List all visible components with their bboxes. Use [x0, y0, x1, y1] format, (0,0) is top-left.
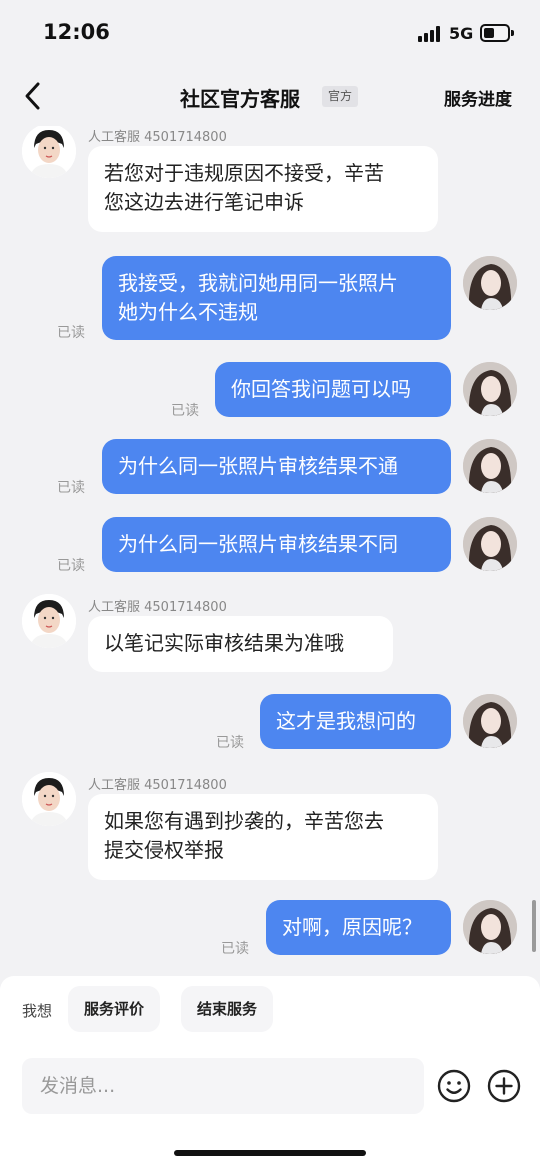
- message-text: 你回答我问题可以吗: [231, 377, 411, 401]
- message-text: 为什么同一张照片审核结果不同: [118, 532, 398, 556]
- message-bubble[interactable]: 以笔记实际审核结果为准哦: [88, 616, 393, 672]
- quick-reply-label: 我想: [22, 1002, 53, 1020]
- read-status: 已读: [221, 941, 249, 957]
- message-user: 已读 为什么同一张照片审核结果不通: [0, 439, 540, 496]
- agent-avatar[interactable]: [22, 594, 76, 648]
- status-time: 12:06: [43, 20, 110, 44]
- message-text: 若您对于违规原因不接受，辛苦: [104, 161, 384, 185]
- emoji-button[interactable]: [437, 1069, 471, 1103]
- message-text: 这才是我想问的: [276, 709, 416, 733]
- message-agent: 人工客服 4501714800 若您对于违规原因不接受，辛苦 您这边去进行笔记申…: [0, 126, 540, 234]
- message-text: 为什么同一张照片审核结果不通: [118, 454, 398, 478]
- read-status: 已读: [57, 558, 85, 574]
- message-text: 如果您有遇到抄袭的，辛苦您去: [104, 809, 384, 833]
- smiley-icon: [437, 1069, 471, 1103]
- chat-list[interactable]: 人工客服 4501714800 若您对于违规原因不接受，辛苦 您这边去进行笔记申…: [0, 126, 540, 976]
- official-badge: 官方: [322, 86, 359, 107]
- user-avatar[interactable]: [463, 900, 517, 954]
- service-progress-link[interactable]: 服务进度: [444, 85, 512, 110]
- chevron-left-icon: [25, 82, 40, 110]
- agent-name-label: 人工客服 4501714800: [88, 130, 227, 145]
- network-label: 5G: [449, 24, 474, 43]
- message-text: 她为什么不违规: [118, 300, 258, 324]
- agent-avatar-image: [22, 594, 76, 648]
- back-button[interactable]: [16, 78, 52, 114]
- message-text: 对啊，原因呢？: [282, 915, 422, 939]
- user-avatar[interactable]: [463, 439, 517, 493]
- message-text: 以笔记实际审核结果为准哦: [104, 631, 344, 655]
- plus-circle-icon: [487, 1069, 521, 1103]
- bottom-panel: 我想 服务评价 结束服务 发消息...: [0, 976, 540, 1169]
- message-bubble[interactable]: 这才是我想问的: [260, 694, 451, 749]
- message-text: 我接受，我就问她用同一张照片: [118, 271, 398, 295]
- user-avatar-image: [463, 362, 517, 416]
- message-text: 您这边去进行笔记申诉: [104, 190, 304, 214]
- message-agent: 人工客服 4501714800 以笔记实际审核结果为准哦: [0, 594, 540, 674]
- message-bubble[interactable]: 为什么同一张照片审核结果不通: [102, 439, 451, 494]
- read-status: 已读: [57, 480, 85, 496]
- status-bar: 12:06 5G: [0, 0, 540, 66]
- message-user: 已读 这才是我想问的: [0, 694, 540, 751]
- message-bubble[interactable]: 为什么同一张照片审核结果不同: [102, 517, 451, 572]
- user-avatar[interactable]: [463, 517, 517, 571]
- signal-icon: [418, 26, 442, 42]
- nav-bar: 社区官方客服 官方 服务进度: [0, 66, 540, 126]
- user-avatar-image: [463, 439, 517, 493]
- scrollbar[interactable]: [532, 900, 536, 952]
- agent-name-label: 人工客服 4501714800: [88, 778, 227, 793]
- agent-avatar[interactable]: [22, 126, 76, 178]
- user-avatar[interactable]: [463, 362, 517, 416]
- message-bubble[interactable]: 如果您有遇到抄袭的，辛苦您去 提交侵权举报: [88, 794, 438, 880]
- read-status: 已读: [216, 735, 244, 751]
- page-title: 社区官方客服: [180, 87, 300, 111]
- user-avatar[interactable]: [463, 694, 517, 748]
- service-rating-button[interactable]: 服务评价: [68, 986, 161, 1032]
- plus-button[interactable]: [487, 1069, 521, 1103]
- message-user: 已读 为什么同一张照片审核结果不同: [0, 517, 540, 574]
- agent-name-label: 人工客服 4501714800: [88, 600, 227, 615]
- message-bubble[interactable]: 对啊，原因呢？: [266, 900, 451, 955]
- message-bubble[interactable]: 你回答我问题可以吗: [215, 362, 451, 417]
- message-user: 已读 你回答我问题可以吗: [0, 362, 540, 419]
- user-avatar-image: [463, 900, 517, 954]
- agent-avatar[interactable]: [22, 772, 76, 826]
- message-agent: 人工客服 4501714800 如果您有遇到抄袭的，辛苦您去 提交侵权举报: [0, 772, 540, 882]
- message-text: 提交侵权举报: [104, 838, 224, 862]
- user-avatar-image: [463, 256, 517, 310]
- message-bubble[interactable]: 若您对于违规原因不接受，辛苦 您这边去进行笔记申诉: [88, 146, 438, 232]
- user-avatar-image: [463, 517, 517, 571]
- home-indicator: [174, 1150, 366, 1156]
- read-status: 已读: [57, 325, 85, 341]
- read-status: 已读: [171, 403, 199, 419]
- user-avatar-image: [463, 694, 517, 748]
- user-avatar[interactable]: [463, 256, 517, 310]
- message-bubble[interactable]: 我接受，我就问她用同一张照片 她为什么不违规: [102, 256, 451, 340]
- message-user: 已读 对啊，原因呢？: [0, 900, 540, 957]
- battery-icon: [480, 24, 514, 42]
- end-service-button[interactable]: 结束服务: [181, 986, 274, 1032]
- agent-avatar-image: [22, 126, 76, 178]
- agent-avatar-image: [22, 772, 76, 826]
- message-user: 已读 我接受，我就问她用同一张照片 她为什么不违规: [0, 256, 540, 342]
- message-input[interactable]: 发消息...: [22, 1058, 424, 1114]
